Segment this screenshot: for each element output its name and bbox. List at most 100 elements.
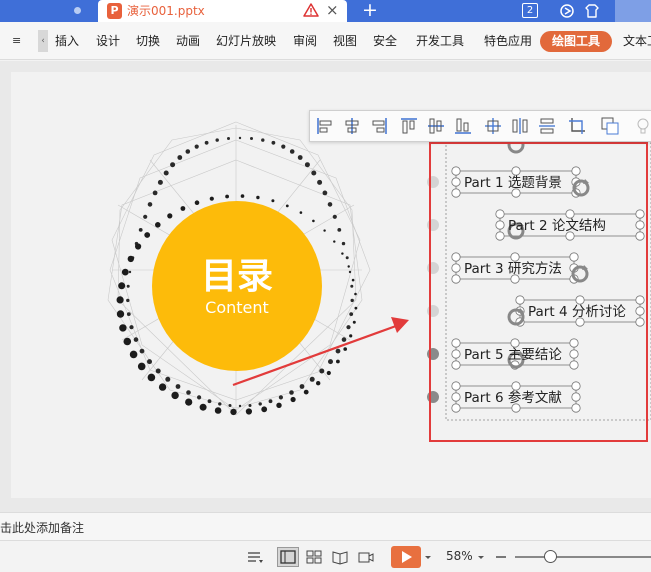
resize-handle[interactable] xyxy=(571,403,581,413)
menu-security[interactable]: 安全 xyxy=(373,33,397,49)
menu-text-tools[interactable]: 文本工 xyxy=(623,33,651,49)
align-middle-icon[interactable] xyxy=(425,115,447,137)
resize-handle[interactable] xyxy=(510,252,520,262)
resize-handle[interactable] xyxy=(510,338,520,348)
zoom-slider-track[interactable] xyxy=(515,556,651,558)
ring-dot xyxy=(119,324,127,332)
resize-handle[interactable] xyxy=(569,360,579,370)
menu-review[interactable]: 审阅 xyxy=(293,33,317,49)
resize-handle[interactable] xyxy=(575,295,585,305)
play-slideshow-button[interactable] xyxy=(391,546,421,568)
menu-developer-tools[interactable]: 开发工具 xyxy=(416,33,464,49)
ring-dot xyxy=(147,373,156,382)
resize-handle[interactable] xyxy=(635,231,645,241)
resize-handle[interactable] xyxy=(495,220,505,230)
resize-handle[interactable] xyxy=(451,252,461,262)
distribute-horizontal-icon[interactable] xyxy=(509,115,531,137)
new-tab-button[interactable]: + xyxy=(362,0,378,21)
distribute-vertical-icon[interactable] xyxy=(536,115,558,137)
camera-record-icon[interactable] xyxy=(357,549,375,565)
zoom-chevron-down-icon[interactable] xyxy=(477,549,485,565)
group-icon[interactable] xyxy=(599,115,621,137)
ring-dot xyxy=(197,395,202,400)
account-button[interactable] xyxy=(615,0,651,22)
resize-handle[interactable] xyxy=(515,295,525,305)
resize-handle[interactable] xyxy=(451,349,461,359)
align-left-icon[interactable] xyxy=(314,115,336,137)
resize-handle[interactable] xyxy=(635,295,645,305)
resize-handle[interactable] xyxy=(571,166,581,176)
ring-dot xyxy=(332,214,337,219)
slide-sorter-icon[interactable] xyxy=(305,549,323,565)
toc-label: Part 4 分析讨论 xyxy=(528,304,626,320)
notes-toggle-icon[interactable] xyxy=(246,549,264,565)
resize-handle[interactable] xyxy=(635,317,645,327)
resize-handle[interactable] xyxy=(451,360,461,370)
ring-dot xyxy=(317,179,323,185)
resize-handle[interactable] xyxy=(495,209,505,219)
crop-icon[interactable] xyxy=(566,115,588,137)
ring-dot xyxy=(289,390,294,395)
resize-handle[interactable] xyxy=(511,381,521,391)
resize-handle[interactable] xyxy=(451,392,461,402)
resize-handle[interactable] xyxy=(451,177,461,187)
background-tab-indicator[interactable] xyxy=(74,7,81,14)
resize-handle[interactable] xyxy=(495,231,505,241)
presentation-file-icon: P xyxy=(107,3,122,19)
resize-handle[interactable] xyxy=(451,274,461,284)
resize-handle[interactable] xyxy=(511,166,521,176)
align-top-icon[interactable] xyxy=(398,115,420,137)
align-floating-toolbar xyxy=(309,110,651,142)
resize-handle[interactable] xyxy=(635,220,645,230)
resize-handle[interactable] xyxy=(451,381,461,391)
resize-handle[interactable] xyxy=(451,403,461,413)
ring-dot xyxy=(218,402,222,406)
resize-handle[interactable] xyxy=(451,166,461,176)
close-tab-button[interactable]: × xyxy=(326,1,339,19)
ring-dot xyxy=(175,384,181,389)
resize-handle[interactable] xyxy=(451,263,461,273)
menu-view[interactable]: 视图 xyxy=(333,33,357,49)
menu-insert[interactable]: 插入 xyxy=(55,33,79,49)
window-count-badge[interactable]: 2 xyxy=(522,3,538,18)
bulb-icon[interactable] xyxy=(632,115,651,137)
notes-pane[interactable]: 击此处添加备注 xyxy=(0,512,651,540)
ring-dot xyxy=(155,222,161,228)
align-bottom-icon[interactable] xyxy=(452,115,474,137)
resize-handle[interactable] xyxy=(569,252,579,262)
resize-handle[interactable] xyxy=(569,338,579,348)
distribute-center-icon[interactable] xyxy=(482,115,504,137)
menu-drawing-tools[interactable]: 绘图工具 xyxy=(540,31,612,52)
warning-icon[interactable] xyxy=(303,2,319,18)
resize-handle[interactable] xyxy=(565,209,575,219)
ribbon-scroll-left-button[interactable]: ‹ xyxy=(38,30,48,52)
zoom-out-icon[interactable] xyxy=(494,549,508,565)
ring-dot xyxy=(225,194,230,199)
align-right-icon[interactable] xyxy=(368,115,390,137)
resize-handle[interactable] xyxy=(635,306,645,316)
menu-transition[interactable]: 切换 xyxy=(136,33,160,49)
ring-dot xyxy=(299,384,305,389)
resize-handle[interactable] xyxy=(571,392,581,402)
document-tab[interactable]: P 演示001.pptx × xyxy=(98,0,347,22)
resize-handle[interactable] xyxy=(451,188,461,198)
menu-animation[interactable]: 动画 xyxy=(176,33,200,49)
normal-view-icon[interactable] xyxy=(277,547,299,567)
resize-handle[interactable] xyxy=(571,381,581,391)
ring-dot xyxy=(328,359,333,365)
align-center-horizontal-icon[interactable] xyxy=(341,115,363,137)
skin-icon[interactable] xyxy=(584,3,600,19)
reading-view-icon[interactable] xyxy=(331,549,349,565)
zoom-slider-thumb[interactable] xyxy=(544,550,557,563)
share-icon[interactable] xyxy=(559,3,575,19)
quick-menu-icon[interactable]: ≡ xyxy=(12,34,21,47)
menu-design[interactable]: 设计 xyxy=(96,33,120,49)
menu-slideshow[interactable]: 幻灯片放映 xyxy=(216,33,276,49)
resize-handle[interactable] xyxy=(451,338,461,348)
play-options-chevron-down-icon[interactable] xyxy=(424,549,432,565)
resize-handle[interactable] xyxy=(635,209,645,219)
resize-handle[interactable] xyxy=(569,349,579,359)
menu-special-apps[interactable]: 特色应用 xyxy=(484,33,532,49)
zoom-level[interactable]: 58% xyxy=(446,549,473,563)
contents-title: 目录 xyxy=(201,256,273,297)
